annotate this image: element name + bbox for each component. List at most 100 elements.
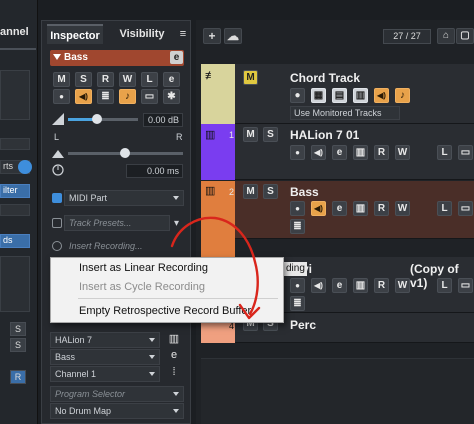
pan-slider-knob[interactable] <box>120 148 130 158</box>
halion-folder-icon[interactable]: ▭ <box>458 145 473 160</box>
bass-monitor-icon[interactable]: ◀) <box>311 201 326 216</box>
tab-inspector[interactable]: Inspector <box>47 24 103 44</box>
window-icon[interactable]: ▢ <box>456 28 474 44</box>
edit-instrument-icon[interactable]: e <box>170 51 183 64</box>
freeze-icon[interactable]: ✱ <box>163 89 180 104</box>
volume-icon <box>52 113 64 125</box>
menu-separator <box>78 298 278 299</box>
vi-record-icon[interactable]: ● <box>290 278 305 293</box>
channel-slot[interactable] <box>0 138 30 150</box>
channel-tools-icon[interactable]: ⁞ <box>166 366 182 382</box>
bass-write-button[interactable]: W <box>395 201 410 216</box>
inspector-edit-button[interactable]: e <box>163 72 180 87</box>
channel-panel <box>0 256 30 312</box>
channel-sends-label[interactable]: ds <box>0 234 30 248</box>
chord-monitor-select[interactable]: Use Monitored Tracks <box>290 106 400 120</box>
monitor-icon[interactable]: ◀) <box>75 89 92 104</box>
chord-monitor-label: Use Monitored Tracks <box>294 108 382 118</box>
chord-monitor-icon[interactable]: ◀) <box>374 88 389 103</box>
halion-read-button[interactable]: R <box>374 145 389 160</box>
instrument-keys-icon[interactable]: ▥ <box>166 332 182 348</box>
track-name-bass[interactable]: Bass <box>290 185 319 199</box>
note-icon[interactable]: ♪ <box>119 89 136 104</box>
drum-map-select[interactable]: No Drum Map <box>50 403 184 419</box>
cloud-icon[interactable]: ☁ <box>224 28 242 44</box>
halion-keys-icon[interactable]: ▥ <box>353 145 368 160</box>
inspector-mute-button[interactable]: M <box>53 72 70 87</box>
pan-icon <box>52 148 64 158</box>
halion-record-icon[interactable]: ● <box>290 145 305 160</box>
folder-icon[interactable]: ▭ <box>141 89 158 104</box>
instrument-select[interactable]: HALion 7 <box>50 332 160 348</box>
halion-edit-button[interactable]: e <box>332 145 347 160</box>
vi-lock-button[interactable]: L <box>437 278 452 293</box>
chord-assist-icon[interactable]: ▥ <box>353 88 368 103</box>
home-icon[interactable]: ⌂ <box>437 28 455 44</box>
volume-slider-knob[interactable] <box>92 114 102 124</box>
inspector-write-button[interactable]: W <box>119 72 136 87</box>
bass-edit-button[interactable]: e <box>332 201 347 216</box>
lanes-icon[interactable]: ≣ <box>97 89 114 104</box>
chord-voicing-icon[interactable]: ▤ <box>332 88 347 103</box>
presets-arrow-icon[interactable]: ▾ <box>174 218 179 229</box>
inspector-track-name[interactable]: Bass <box>50 50 184 66</box>
instrument-label: HALion 7 <box>55 335 93 345</box>
track-delay-value[interactable]: 0.00 ms <box>126 164 183 178</box>
bass-record-icon[interactable]: ● <box>290 201 305 216</box>
inserts-power-icon[interactable] <box>18 160 32 174</box>
track-name-chord[interactable]: Chord Track <box>290 71 360 85</box>
add-track-button[interactable]: + <box>203 28 221 44</box>
bass-folder-icon[interactable]: ▭ <box>458 201 473 216</box>
edit-patch-icon[interactable]: e <box>166 349 182 365</box>
track-presets-field[interactable]: Track Presets... <box>64 215 170 231</box>
bass-mute-button[interactable]: M <box>243 184 258 199</box>
channel-solo-defeat-button[interactable]: S <box>10 338 26 352</box>
inspector-lock-button[interactable]: L <box>141 72 158 87</box>
chord-mute-button[interactable]: M <box>243 70 258 85</box>
volume-value[interactable]: 0.00 dB <box>143 113 183 127</box>
halion-write-button[interactable]: W <box>395 145 410 160</box>
halion-monitor-icon[interactable]: ◀) <box>311 145 326 160</box>
vi-keys-icon[interactable]: ▥ <box>353 278 368 293</box>
halion-mute-button[interactable]: M <box>243 127 258 142</box>
inspector-track-name-label: Bass <box>64 52 88 63</box>
channel-select[interactable]: Channel 1 <box>50 366 160 382</box>
vi-read-button[interactable]: R <box>374 278 389 293</box>
bass-read-button[interactable]: R <box>374 201 389 216</box>
chord-grid-icon[interactable]: ▦ <box>311 88 326 103</box>
halion-lock-button[interactable]: L <box>437 145 452 160</box>
bass-lanes-icon[interactable]: ≣ <box>290 219 305 234</box>
program-selector-label: Program Selector <box>55 389 126 399</box>
vi-monitor-icon[interactable]: ◀) <box>311 278 326 293</box>
channel-read-button[interactable]: R <box>10 370 26 384</box>
pan-right-label: R <box>176 132 183 142</box>
vi-folder-icon[interactable]: ▭ <box>458 278 473 293</box>
menu-item-linear-recording[interactable]: Insert as Linear Recording <box>79 262 208 274</box>
track-name-halion[interactable]: HALion 7 01 <box>290 128 359 142</box>
patch-select[interactable]: Bass <box>50 349 160 365</box>
menu-item-empty-buffer[interactable]: Empty Retrospective Record Buffer <box>79 305 251 317</box>
bass-keys-icon[interactable]: ▥ <box>353 201 368 216</box>
vi-lanes-icon[interactable]: ≣ <box>290 296 305 311</box>
chord-record-icon[interactable]: ● <box>290 88 305 103</box>
collapse-icon[interactable] <box>53 54 61 60</box>
channel-filter-label[interactable]: ilter <box>0 184 30 198</box>
inspector-solo-button[interactable]: S <box>75 72 92 87</box>
vi-write-button[interactable]: W <box>395 278 410 293</box>
midi-part-select[interactable]: MIDI Part <box>64 190 184 206</box>
track-name-perc[interactable]: Perc <box>290 318 316 332</box>
channel-strip-divider <box>0 48 36 50</box>
bass-solo-button[interactable]: S <box>263 184 278 199</box>
menu-icon[interactable]: ≡ <box>176 24 190 44</box>
record-enable-icon[interactable]: ● <box>53 89 70 104</box>
halion-solo-button[interactable]: S <box>263 127 278 142</box>
tab-visibility[interactable]: Visibility <box>110 24 174 44</box>
channel-slot[interactable] <box>0 204 30 216</box>
chord-note-icon[interactable]: ♪ <box>395 88 410 103</box>
vi-edit-button[interactable]: e <box>332 278 347 293</box>
bass-lock-button[interactable]: L <box>437 201 452 216</box>
inspector-read-button[interactable]: R <box>97 72 114 87</box>
channel-solo-button[interactable]: S <box>10 322 26 336</box>
insert-recording-field[interactable]: Insert Recording... <box>64 238 184 254</box>
program-selector-field[interactable]: Program Selector <box>50 386 184 402</box>
